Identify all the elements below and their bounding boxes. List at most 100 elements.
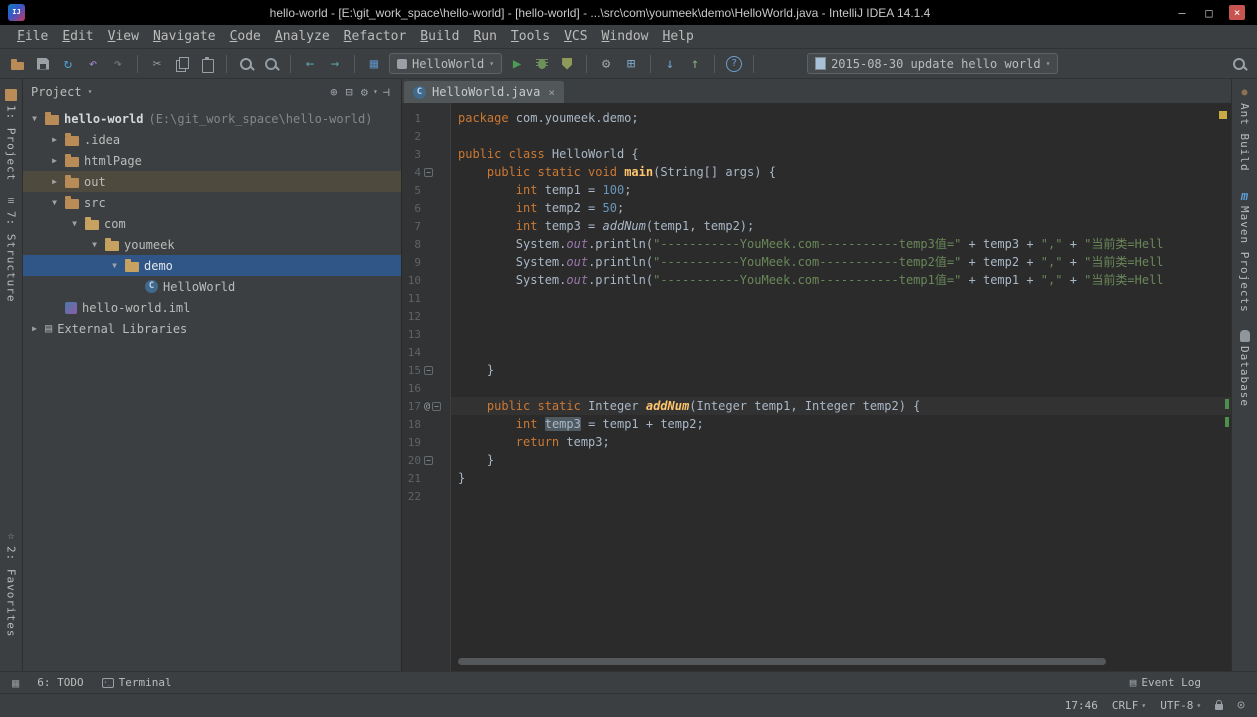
gutter-line[interactable]: 7 xyxy=(402,217,450,235)
collapse-all-icon[interactable]: ⊟ xyxy=(342,85,355,99)
help-icon[interactable]: ? xyxy=(726,56,742,72)
tool-button-1-project[interactable]: 1: Project xyxy=(5,87,18,181)
run-configuration-selector[interactable]: HelloWorld▾ xyxy=(389,53,502,74)
menu-edit[interactable]: Edit xyxy=(55,27,100,46)
gutter-line[interactable]: 12 xyxy=(402,307,450,325)
save-all-icon[interactable] xyxy=(33,54,53,74)
event-log-button[interactable]: ▤ Event Log xyxy=(1130,676,1201,689)
undo-icon[interactable]: ↶ xyxy=(83,54,103,74)
code-area[interactable]: package com.youmeek.demo;public class He… xyxy=(451,103,1231,671)
gutter-line[interactable]: 8 xyxy=(402,235,450,253)
menu-build[interactable]: Build xyxy=(413,27,466,46)
run-with-coverage-icon[interactable] xyxy=(557,54,577,74)
menu-file[interactable]: File xyxy=(10,27,55,46)
menu-run[interactable]: Run xyxy=(466,27,503,46)
editor-gutter[interactable]: 1234−56789101112131415−1617@−181920−2122 xyxy=(402,103,451,671)
gutter-line[interactable]: 20− xyxy=(402,451,450,469)
copy-icon[interactable] xyxy=(172,54,192,74)
menu-vcs[interactable]: VCS xyxy=(557,27,594,46)
tree-item-src[interactable]: ▼src xyxy=(23,192,401,213)
debug-icon[interactable] xyxy=(532,54,552,74)
chevron-down-icon[interactable]: ▾ xyxy=(88,87,93,96)
tree-item-helloworld[interactable]: HelloWorld xyxy=(23,276,401,297)
tree-item-hello-world-iml[interactable]: hello-world.iml xyxy=(23,297,401,318)
gutter-line[interactable]: 14 xyxy=(402,343,450,361)
tool-button-ant-build[interactable]: ●Ant Build xyxy=(1238,87,1251,172)
hide-icon[interactable]: ⊣ xyxy=(380,85,393,99)
fold-icon[interactable]: − xyxy=(424,456,433,465)
settings-icon[interactable]: ⚙ xyxy=(596,54,616,74)
inspection-status-icon[interactable] xyxy=(1219,111,1227,119)
tool-window-switcher-icon[interactable]: ▦ xyxy=(12,676,19,690)
chevron-expanded-icon[interactable]: ▼ xyxy=(69,219,80,228)
tree-item-out[interactable]: ▶out xyxy=(23,171,401,192)
annotation-icon[interactable]: @ xyxy=(424,401,430,412)
project-structure-icon[interactable]: ⊞ xyxy=(621,54,641,74)
close-button[interactable]: × xyxy=(1229,5,1245,20)
tree-item-hello-world[interactable]: ▼hello-world (E:\git_work_space\hello-wo… xyxy=(23,108,401,129)
gutter-line[interactable]: 6 xyxy=(402,199,450,217)
tree-item-external-libraries[interactable]: ▶▤External Libraries xyxy=(23,318,401,339)
locate-icon[interactable]: ⊕ xyxy=(327,85,340,99)
gutter-line[interactable]: 9 xyxy=(402,253,450,271)
gutter-line[interactable]: 1 xyxy=(402,109,450,127)
tree-item-youmeek[interactable]: ▼youmeek xyxy=(23,234,401,255)
chevron-collapsed-icon[interactable]: ▶ xyxy=(29,324,40,333)
tool-button-7-structure[interactable]: ≡7: Structure xyxy=(5,195,18,302)
gutter-line[interactable]: 4− xyxy=(402,163,450,181)
open-folder-icon[interactable] xyxy=(8,54,28,74)
gutter-line[interactable]: 22 xyxy=(402,487,450,505)
gutter-line[interactable]: 17@− xyxy=(402,397,450,415)
chevron-expanded-icon[interactable]: ▼ xyxy=(89,240,100,249)
tool-button-database[interactable]: Database xyxy=(1238,330,1251,407)
forward-icon[interactable]: → xyxy=(325,54,345,74)
replace-icon[interactable] xyxy=(261,54,281,74)
gutter-line[interactable]: 3 xyxy=(402,145,450,163)
paste-icon[interactable] xyxy=(197,54,217,74)
vcs-update-icon[interactable]: ↓ xyxy=(660,54,680,74)
find-icon[interactable] xyxy=(236,54,256,74)
lock-icon[interactable] xyxy=(1215,704,1223,710)
caret-position-widget[interactable]: 17:46 xyxy=(1065,699,1098,712)
fold-icon[interactable]: − xyxy=(424,366,433,375)
hector-inspections-icon[interactable]: ⊙ xyxy=(1237,698,1245,713)
gutter-line[interactable]: 18 xyxy=(402,415,450,433)
gutter-line[interactable]: 15− xyxy=(402,361,450,379)
tool-button-2-favorites[interactable]: ☆2: Favorites xyxy=(5,530,18,637)
menu-help[interactable]: Help xyxy=(656,27,701,46)
tool-button-maven-projects[interactable]: mMaven Projects xyxy=(1238,190,1251,313)
menu-window[interactable]: Window xyxy=(595,27,656,46)
gutter-line[interactable]: 5 xyxy=(402,181,450,199)
menu-refactor[interactable]: Refactor xyxy=(337,27,414,46)
back-icon[interactable]: ← xyxy=(300,54,320,74)
vcs-action-selector[interactable]: 2015-08-30 update hello world▾ xyxy=(807,53,1058,74)
tree-item-com[interactable]: ▼com xyxy=(23,213,401,234)
gutter-line[interactable]: 19 xyxy=(402,433,450,451)
synchronize-icon[interactable]: ↻ xyxy=(58,54,78,74)
fold-icon[interactable]: − xyxy=(424,168,433,177)
redo-icon[interactable]: ↷ xyxy=(108,54,128,74)
chevron-expanded-icon[interactable]: ▼ xyxy=(49,198,60,207)
vcs-commit-icon[interactable]: ↑ xyxy=(685,54,705,74)
make-project-icon[interactable]: ▦ xyxy=(364,54,384,74)
menu-tools[interactable]: Tools xyxy=(504,27,557,46)
search-everywhere-icon[interactable] xyxy=(1229,54,1249,74)
chevron-collapsed-icon[interactable]: ▶ xyxy=(49,177,60,186)
horizontal-scrollbar[interactable] xyxy=(458,658,1106,665)
tree-item-htmlpage[interactable]: ▶htmlPage xyxy=(23,150,401,171)
terminal-tool-button[interactable]: Terminal xyxy=(102,676,172,689)
minimize-button[interactable]: — xyxy=(1175,6,1189,20)
close-tab-icon[interactable]: × xyxy=(548,86,555,99)
run-icon[interactable]: ▶ xyxy=(507,54,527,74)
gutter-line[interactable]: 16 xyxy=(402,379,450,397)
settings-gear-icon[interactable]: ⚙ xyxy=(358,85,371,99)
tree-item-idea[interactable]: ▶.idea xyxy=(23,129,401,150)
project-panel-title[interactable]: Project xyxy=(31,85,82,99)
maximize-button[interactable]: □ xyxy=(1202,6,1216,20)
gutter-line[interactable]: 10 xyxy=(402,271,450,289)
gutter-line[interactable]: 21 xyxy=(402,469,450,487)
line-separator-selector[interactable]: CRLF ▾ xyxy=(1112,699,1146,712)
menu-view[interactable]: View xyxy=(101,27,146,46)
chevron-collapsed-icon[interactable]: ▶ xyxy=(49,135,60,144)
cut-icon[interactable]: ✂ xyxy=(147,54,167,74)
